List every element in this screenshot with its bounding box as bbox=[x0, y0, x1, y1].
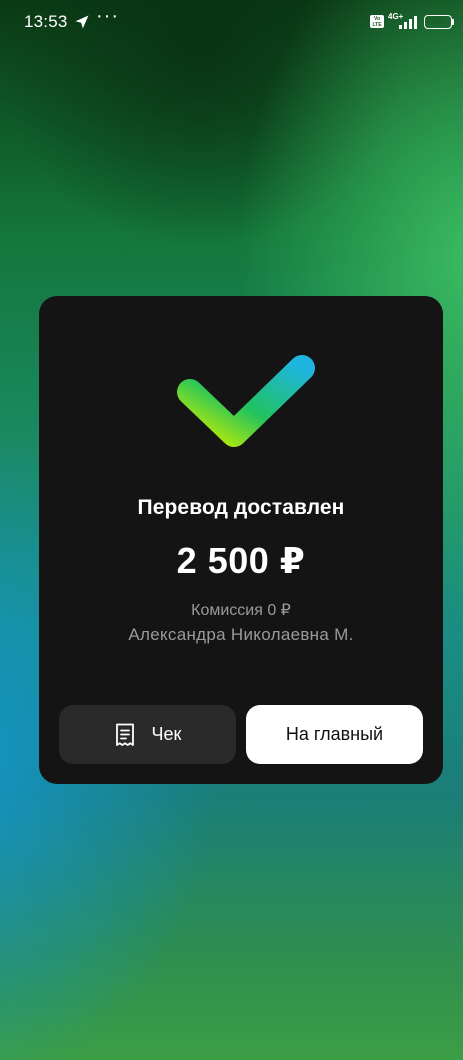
transfer-amount: 2 500 ₽ bbox=[176, 540, 306, 581]
receipt-button-label: Чек bbox=[151, 724, 182, 744]
transfer-commission: Комиссия 0 ₽ bbox=[191, 602, 291, 619]
home-button[interactable]: На главный bbox=[246, 705, 423, 764]
receipt-button[interactable]: Чек bbox=[59, 705, 236, 764]
battery-percent: 68 bbox=[432, 16, 443, 26]
volte-icon: Vo LTE bbox=[370, 15, 384, 28]
transfer-status-title: Перевод доставлен bbox=[137, 496, 345, 519]
more-dots-icon: ··· bbox=[96, 5, 119, 27]
check-icon bbox=[177, 355, 315, 447]
home-button-label: На главный bbox=[285, 724, 384, 744]
battery-cap bbox=[452, 19, 454, 25]
receipt-icon bbox=[115, 723, 134, 746]
battery-icon: 68 bbox=[424, 15, 452, 29]
status-bar: 13:53 ··· Vo LTE 4G+ 68 bbox=[0, 0, 463, 44]
location-arrow-icon bbox=[75, 15, 89, 29]
status-time: 13:53 bbox=[24, 12, 68, 31]
signal-icon bbox=[399, 16, 417, 29]
transfer-recipient: Александра Николаевна М. bbox=[128, 625, 354, 644]
